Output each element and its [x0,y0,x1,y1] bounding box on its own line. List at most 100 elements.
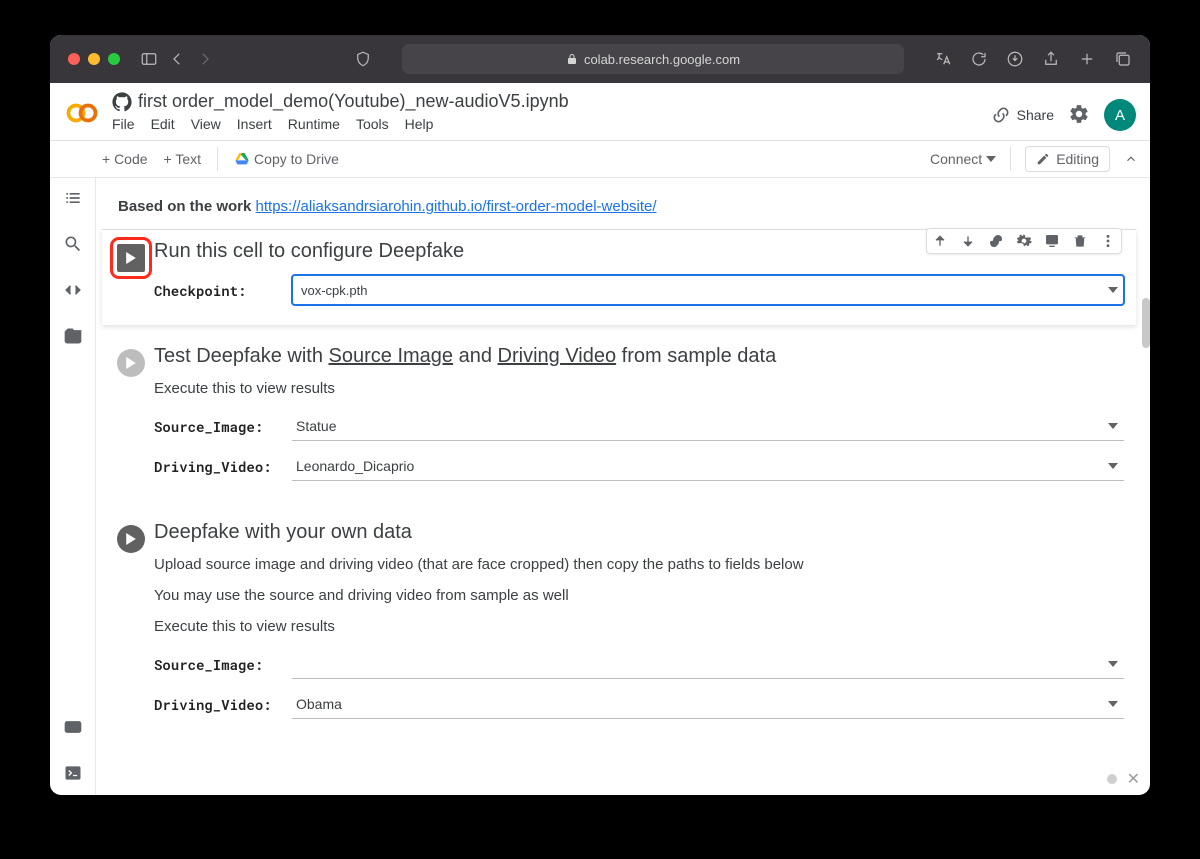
driving-video-input[interactable] [292,451,1124,481]
share-button[interactable]: Share [991,105,1054,125]
source-image-input[interactable] [292,649,1124,679]
intro-link[interactable]: https://aliaksandrsiarohin.github.io/fir… [256,198,657,215]
form-row-driving-video: Driving_Video: [154,451,1124,481]
form-label: Driving_Video: [154,695,284,714]
menu-edit[interactable]: Edit [151,116,175,132]
run-cell-button[interactable] [117,349,145,377]
menu-tools[interactable]: Tools [356,116,389,132]
user-avatar[interactable]: A [1104,99,1136,131]
copy-to-drive-label: Copy to Drive [254,151,339,167]
colab-logo-icon [64,95,100,131]
notebook-toolbar: + Code + Text Copy to Drive Connect Edit… [50,141,1150,178]
menu-runtime[interactable]: Runtime [288,116,340,132]
menu-insert[interactable]: Insert [237,116,272,132]
browser-right-controls [934,50,1132,68]
connect-button[interactable]: Connect [930,151,996,167]
cell-description: Execute this to view results [154,380,1124,397]
files-icon[interactable] [63,326,83,346]
maximize-window-button[interactable] [108,53,120,65]
document-title[interactable]: first order_model_demo(Youtube)_new-audi… [138,91,569,112]
share-icon[interactable] [1042,50,1060,68]
form-row-driving-video: Driving_Video: [154,689,1124,719]
sidebar-toggle-icon[interactable] [140,50,158,68]
cell-title: Test Deepfake with Source Image and Driv… [154,345,1124,368]
cell-action-toolbar [926,228,1122,254]
window-controls [68,53,120,65]
menu-bar: File Edit View Insert Runtime Tools Help [112,112,979,140]
shield-icon[interactable] [354,50,372,68]
back-icon[interactable] [168,50,186,68]
status-footer: ✕ [1107,769,1140,789]
search-icon[interactable] [63,234,83,254]
divider [217,147,218,171]
move-cell-up-icon[interactable] [931,232,949,250]
cell-description: Execute this to view results [154,618,1124,635]
table-of-contents-icon[interactable] [63,188,83,208]
cell-mirror-icon[interactable] [1043,232,1061,250]
close-panel-icon[interactable]: ✕ [1127,769,1140,789]
form-row-source-image: Source_Image: [154,649,1124,679]
cell-title: Deepfake with your own data [154,521,1124,544]
close-window-button[interactable] [68,53,80,65]
source-image-input[interactable] [292,411,1124,441]
browser-window: colab.research.google.com first order_mo… [50,35,1150,795]
minimize-window-button[interactable] [88,53,100,65]
tabs-icon[interactable] [1114,50,1132,68]
share-label: Share [1017,107,1054,123]
run-cell-button[interactable] [117,244,145,272]
cell-description: Upload source image and driving video (t… [154,556,1124,573]
github-icon [112,92,132,112]
form-label: Source_Image: [154,655,284,674]
cell-configure-deepfake: Run this cell to configure Deepfake Chec… [102,229,1136,325]
colab-header: first order_model_demo(Youtube)_new-audi… [50,83,1150,141]
driving-video-link[interactable]: Driving Video [498,345,617,367]
add-text-button[interactable]: + Text [164,151,202,167]
source-image-link[interactable]: Source Image [329,345,454,367]
form-label-checkpoint: Checkpoint: [154,281,284,300]
command-palette-icon[interactable] [63,717,83,737]
cell-test-deepfake: Test Deepfake with Source Image and Driv… [102,335,1136,501]
menu-help[interactable]: Help [405,116,434,132]
cell-settings-icon[interactable] [1015,232,1033,250]
divider [1010,147,1011,171]
delete-cell-icon[interactable] [1071,232,1089,250]
menu-file[interactable]: File [112,116,135,132]
notebook-area: Based on the work https://aliaksandrsiar… [96,178,1150,795]
cell-own-data: Deepfake with your own data Upload sourc… [102,511,1136,739]
status-indicator-icon [1107,774,1117,784]
forward-icon[interactable] [196,50,214,68]
scrollbar[interactable] [1142,298,1150,348]
form-label: Driving_Video: [154,457,284,476]
editing-mode-button[interactable]: Editing [1025,146,1110,172]
run-cell-button[interactable] [117,525,145,553]
add-code-button[interactable]: + Code [102,151,148,167]
translate-icon[interactable] [934,50,952,68]
cell-link-icon[interactable] [987,232,1005,250]
new-tab-icon[interactable] [1078,50,1096,68]
form-row-source-image: Source_Image: [154,411,1124,441]
browser-titlebar: colab.research.google.com [50,35,1150,83]
driving-video-input[interactable] [292,689,1124,719]
snippets-icon[interactable] [63,280,83,300]
url-text: colab.research.google.com [584,52,740,67]
intro-prefix: Based on the work [118,198,256,215]
move-cell-down-icon[interactable] [959,232,977,250]
copy-to-drive-button[interactable]: Copy to Drive [234,151,339,167]
left-rail [50,178,96,795]
settings-button[interactable] [1068,103,1090,128]
form-row-checkpoint: Checkpoint: [154,275,1124,305]
reload-icon[interactable] [970,50,988,68]
checkpoint-input[interactable] [292,275,1124,305]
document-title-row: first order_model_demo(Youtube)_new-audi… [112,91,979,112]
download-icon[interactable] [1006,50,1024,68]
terminal-icon[interactable] [63,763,83,783]
menu-view[interactable]: View [191,116,221,132]
intro-text: Based on the work https://aliaksandrsiar… [102,188,1136,229]
cell-more-icon[interactable] [1099,232,1117,250]
url-bar[interactable]: colab.research.google.com [402,44,904,74]
avatar-letter: A [1115,107,1125,124]
cell-description: You may use the source and driving video… [154,587,1124,604]
collapse-button[interactable] [1124,152,1138,166]
editing-label: Editing [1056,151,1099,167]
connect-label: Connect [930,151,982,167]
